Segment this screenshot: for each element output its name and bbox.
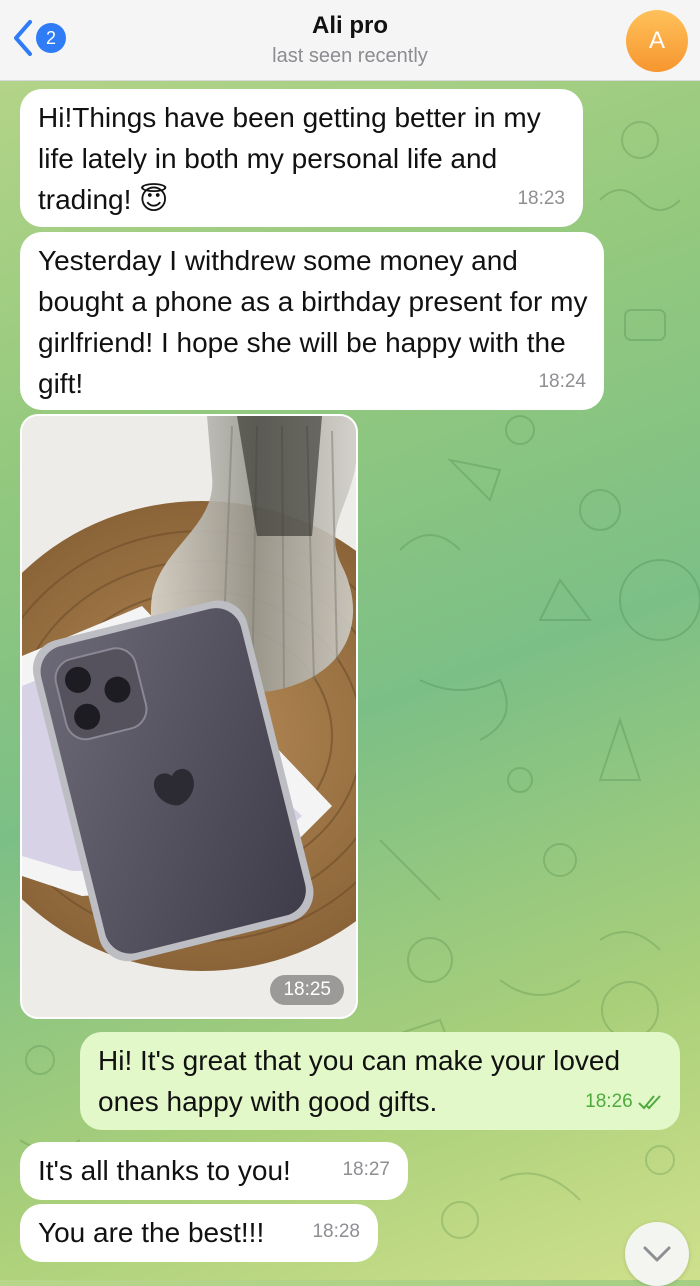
photo-time: 18:25 [270,975,344,1005]
contact-name[interactable]: Ali pro [0,12,700,40]
message-text: It's all thanks to you! [38,1155,291,1186]
message-time: 18:24 [538,371,586,392]
chevron-down-icon [643,1246,671,1262]
message-time: 18:23 [517,188,565,209]
scroll-to-bottom-button[interactable] [625,1222,689,1286]
message-bubble-incoming[interactable]: Hi!Things have been getting better in my… [20,89,583,227]
message-text: Hi!Things have been getting better in my… [38,102,541,215]
message-time-value: 18:26 [585,1091,633,1112]
message-text: Hi! It's great that you can make your lo… [98,1045,621,1117]
chat-header: 2 Ali pro last seen recently A [0,0,700,81]
avatar[interactable]: A [626,10,688,72]
message-bubble-outgoing[interactable]: Hi! It's great that you can make your lo… [80,1032,680,1130]
contact-status: last seen recently [272,45,428,67]
message-bubble-incoming[interactable]: It's all thanks to you! 18:27 [20,1142,408,1200]
photo-message[interactable]: 18:25 [20,414,358,1019]
message-text: Yesterday I withdrew some money and boug… [38,245,588,399]
message-time: 18:27 [342,1159,390,1180]
message-bubble-incoming[interactable]: You are the best!!! 18:28 [20,1204,378,1262]
message-bubble-incoming[interactable]: Yesterday I withdrew some money and boug… [20,232,604,410]
phone-gift-photo [22,416,356,1017]
message-time: 18:26 [585,1081,664,1122]
double-check-icon [638,1095,661,1110]
message-time: 18:28 [312,1221,360,1242]
